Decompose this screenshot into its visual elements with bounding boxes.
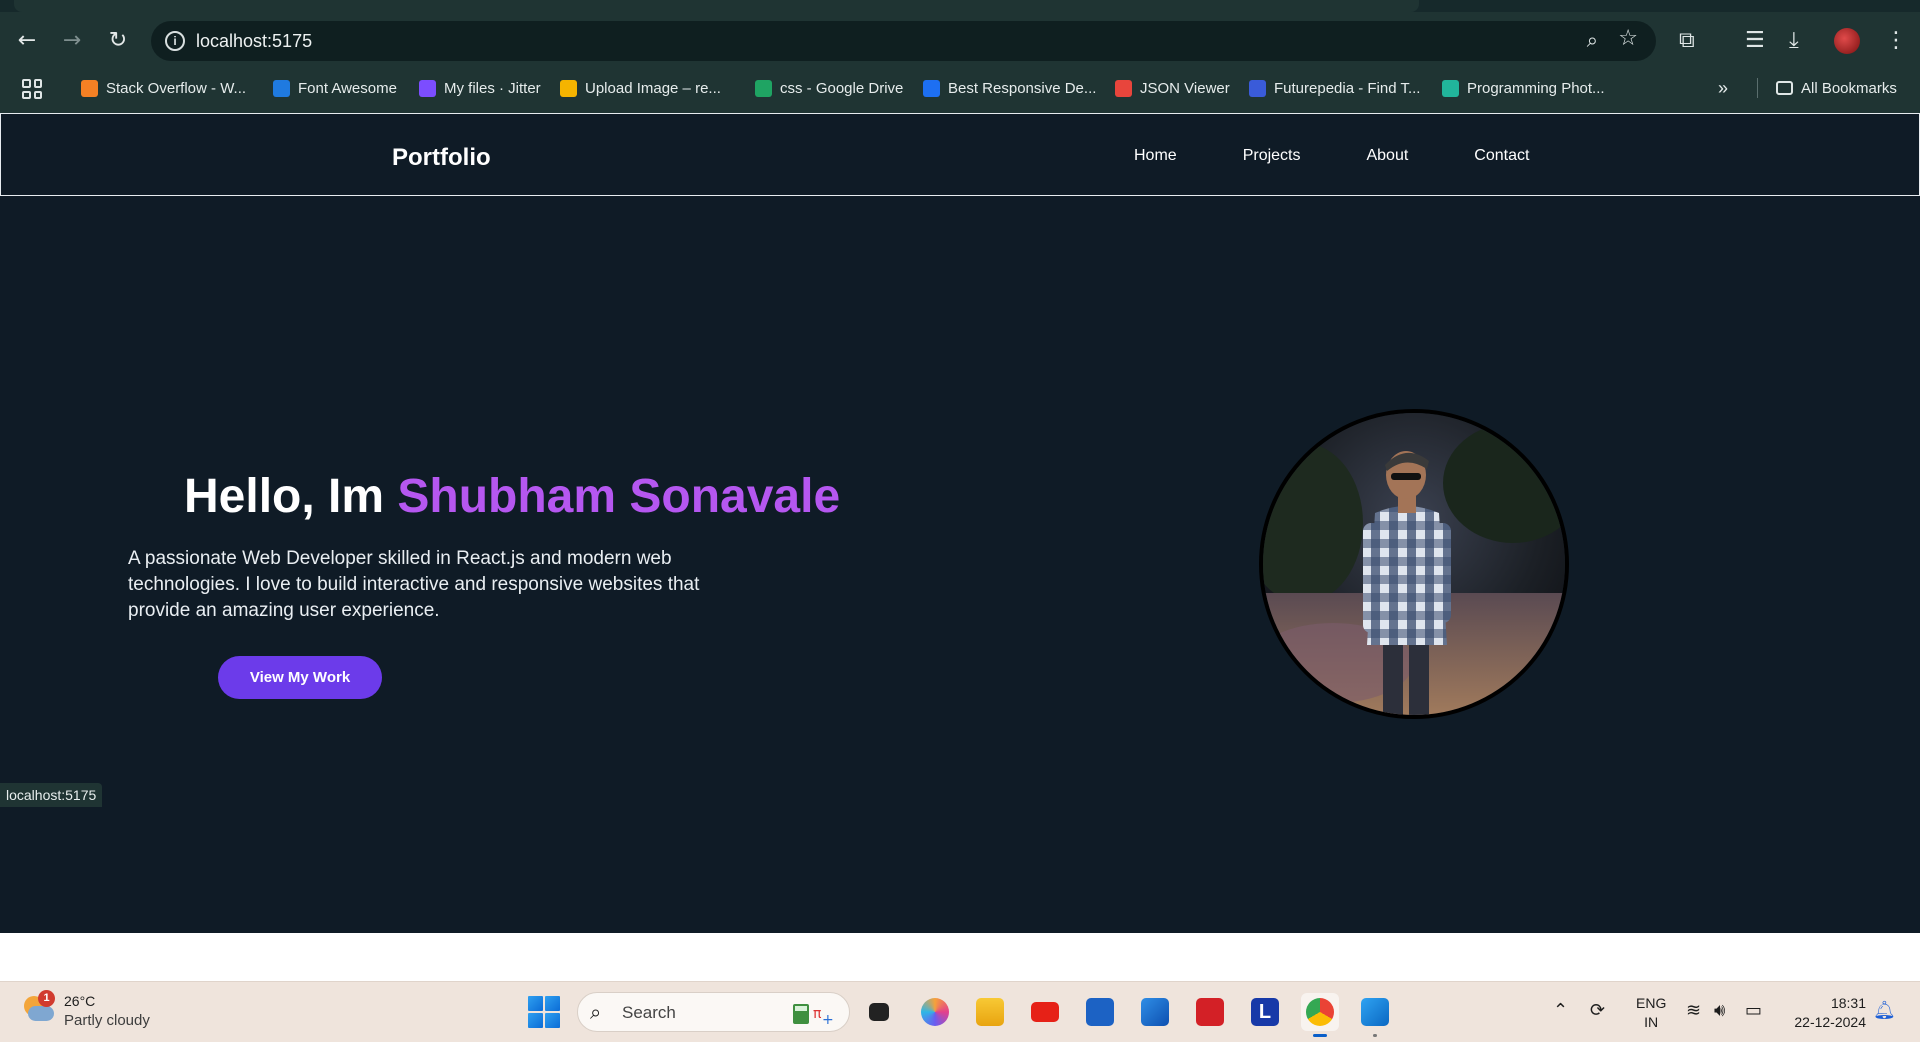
browser-chrome: ← → ↻ i localhost:5175 ⌕ ☆ ⧉ ☰ ⤓ ⋮ Stack…: [0, 0, 1920, 113]
bookmark-item[interactable]: Upload Image – re...: [560, 77, 721, 99]
profile-avatar[interactable]: [1834, 28, 1860, 54]
hero-title: Hello, Im Shubham Sonavale: [184, 469, 840, 524]
futurepedia-icon: [1249, 79, 1266, 97]
windows-start-icon[interactable]: [528, 996, 560, 1028]
hero-greeting: Hello, Im: [184, 470, 398, 523]
download-icon[interactable]: ⤓: [1789, 28, 1799, 53]
system-clock[interactable]: 18:31 22-12-2024: [1786, 994, 1866, 1032]
active-tab[interactable]: [14, 0, 1419, 12]
volume-icon[interactable]: 🔊︎: [1714, 1000, 1725, 1021]
nav-contact-link[interactable]: Contact: [1474, 147, 1529, 165]
reading-list-icon[interactable]: ☰: [1745, 28, 1765, 53]
all-bookmarks-folder[interactable]: All Bookmarks: [1776, 77, 1897, 99]
wifi-icon[interactable]: ≋: [1686, 1000, 1701, 1021]
svg-text:π: π: [813, 1006, 822, 1022]
jitter-icon: [419, 79, 436, 97]
weather-badge: 1: [38, 990, 55, 1007]
bookmark-item[interactable]: Best Responsive De...: [923, 77, 1096, 99]
stack-overflow-icon: [81, 79, 98, 97]
menu-icon[interactable]: ⋮: [1885, 28, 1907, 53]
nav-about-link[interactable]: About: [1366, 147, 1408, 165]
vscode-icon[interactable]: [1356, 993, 1394, 1037]
microsoft-store-icon[interactable]: [1081, 993, 1119, 1031]
task-view-icon[interactable]: [860, 993, 898, 1031]
apps-grid-icon[interactable]: [22, 79, 42, 99]
zoom-icon[interactable]: ⌕: [1587, 28, 1598, 52]
search-label: Search: [622, 1003, 676, 1022]
browser-toolbar: ← → ↻ i localhost:5175 ⌕ ☆ ⧉ ☰ ⤓ ⋮: [0, 18, 1920, 64]
site-navbar: Portfolio Home Projects About Contact: [0, 113, 1920, 196]
language-indicator[interactable]: ENG IN: [1636, 994, 1666, 1032]
tab-strip: [0, 0, 1920, 12]
taskbar-search[interactable]: ⌕ Search π +: [577, 992, 850, 1032]
nav-links: Home Projects About Contact: [1134, 147, 1595, 165]
calculator-icon: π +: [793, 1004, 833, 1026]
folder-icon: [1776, 81, 1793, 95]
bookmark-item[interactable]: Stack Overflow - W...: [81, 77, 246, 99]
chrome-icon[interactable]: [1301, 993, 1339, 1037]
bookmark-item[interactable]: My files · Jitter: [419, 77, 541, 99]
show-hidden-icons-icon[interactable]: ⌃: [1553, 1000, 1568, 1021]
json-viewer-icon: [1115, 79, 1132, 97]
windows-taskbar: 1 26°C Partly cloudy ⌕ Search π + L ⌃ ⟳ …: [0, 981, 1920, 1042]
bookmark-item[interactable]: Programming Phot...: [1442, 77, 1605, 99]
running-app-indicator: [1373, 1034, 1377, 1037]
extensions-icon[interactable]: ⧉: [1679, 28, 1695, 53]
more-bookmarks-icon[interactable]: »: [1718, 77, 1728, 99]
view-my-work-button[interactable]: View My Work: [218, 656, 382, 699]
page-viewport: Portfolio Home Projects About Contact He…: [0, 113, 1920, 933]
weather-widget[interactable]: 1 26°C Partly cloudy: [22, 990, 150, 1030]
profile-photo: [1259, 409, 1569, 719]
upload-image-icon: [560, 79, 577, 97]
youtube-icon[interactable]: [1026, 993, 1064, 1031]
nav-home-link[interactable]: Home: [1134, 147, 1177, 165]
partly-cloudy-icon: 1: [22, 990, 56, 1026]
bookmarks-divider: [1757, 78, 1758, 98]
nav-projects-link[interactable]: Projects: [1243, 147, 1301, 165]
svg-text:+: +: [822, 1012, 833, 1026]
copilot-icon[interactable]: [916, 993, 954, 1031]
active-app-indicator: [1313, 1034, 1327, 1037]
weather-temp: 26°C: [64, 993, 96, 1009]
notification-bell-icon[interactable]: 🔔︎: [1873, 1000, 1896, 1021]
azure-data-studio-icon[interactable]: [1136, 993, 1174, 1031]
responsive-design-icon: [923, 79, 940, 97]
search-icon: ⌕: [590, 1000, 602, 1024]
google-drive-icon: [755, 79, 772, 97]
bookmark-item[interactable]: JSON Viewer: [1115, 77, 1230, 99]
weather-condition: Partly cloudy: [64, 1012, 150, 1029]
site-info-icon[interactable]: i: [165, 31, 185, 51]
site-brand[interactable]: Portfolio: [392, 144, 491, 172]
bookmark-item[interactable]: Font Awesome: [273, 77, 397, 99]
font-awesome-icon: [273, 79, 290, 97]
reload-icon[interactable]: ↻: [103, 26, 133, 56]
forward-icon[interactable]: →: [57, 26, 87, 56]
mcafee-icon[interactable]: [1191, 993, 1229, 1031]
profile-photo-illustration: [1263, 413, 1565, 715]
url-text[interactable]: localhost:5175: [196, 31, 312, 52]
bookmark-star-icon[interactable]: ☆: [1618, 26, 1638, 51]
file-explorer-icon[interactable]: [971, 993, 1009, 1031]
battery-icon[interactable]: ▭: [1745, 1000, 1762, 1021]
back-icon[interactable]: ←: [12, 26, 42, 56]
status-url-tooltip: localhost:5175: [0, 783, 103, 807]
bookmarks-bar: Stack Overflow - W... Font Awesome My fi…: [0, 70, 1920, 104]
l-app-icon[interactable]: L: [1246, 993, 1284, 1031]
hero-name: Shubham Sonavale: [397, 470, 841, 523]
portfolio-page: Portfolio Home Projects About Contact He…: [0, 113, 1920, 933]
bookmark-item[interactable]: css - Google Drive: [755, 77, 903, 99]
hero-description: A passionate Web Developer skilled in Re…: [128, 548, 700, 621]
programming-photos-icon: [1442, 79, 1459, 97]
sync-icon[interactable]: ⟳: [1590, 1000, 1605, 1021]
address-bar[interactable]: i localhost:5175 ⌕ ☆: [151, 21, 1656, 61]
bookmark-item[interactable]: Futurepedia - Find T...: [1249, 77, 1420, 99]
